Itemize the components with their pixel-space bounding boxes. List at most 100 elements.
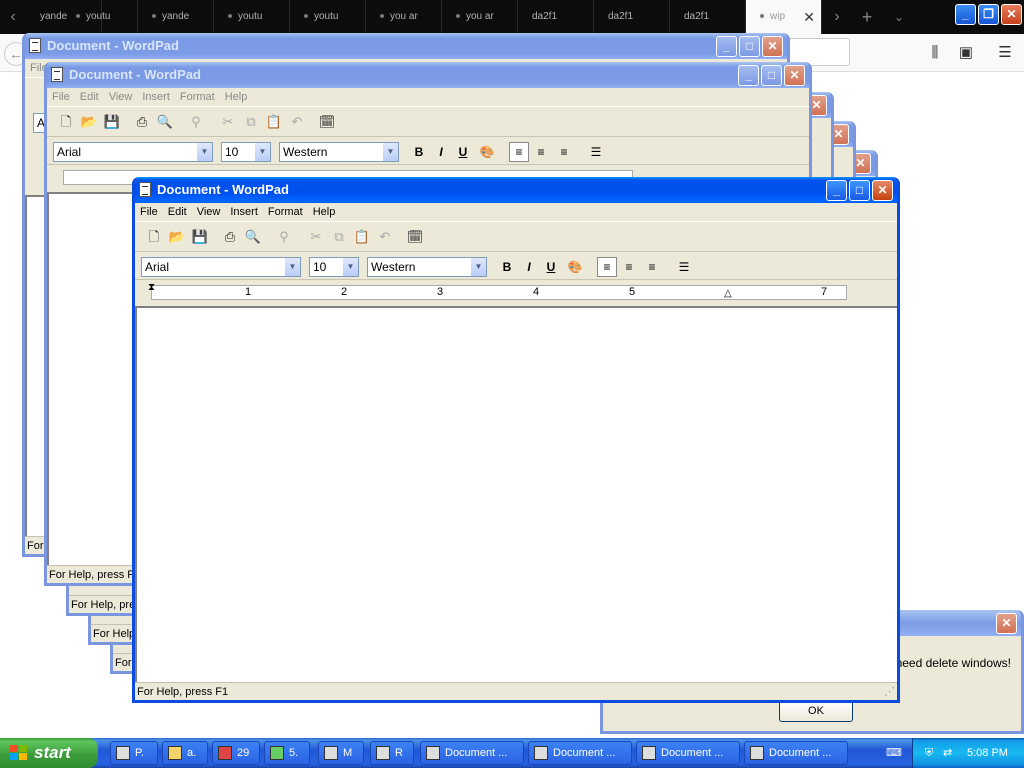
ok-button[interactable]: OK	[779, 700, 853, 722]
menu-help[interactable]: Help	[308, 203, 341, 222]
menu-format[interactable]: Format	[263, 203, 308, 222]
document-area[interactable]	[135, 306, 897, 682]
menu-help[interactable]: Help	[220, 88, 253, 107]
open-folder-icon[interactable]: 📂	[168, 228, 186, 246]
maximize-icon[interactable]: □	[761, 65, 782, 86]
chevron-down-icon[interactable]: ▼	[342, 258, 358, 276]
close-icon[interactable]: ✕	[996, 613, 1017, 634]
size-combo[interactable]: 10 ▼	[309, 257, 359, 277]
maximize-icon[interactable]: □	[849, 180, 870, 201]
minimize-icon[interactable]: _	[955, 4, 976, 25]
copy-icon[interactable]: ⧉	[330, 228, 348, 246]
size-combo[interactable]: 10 ▼	[221, 142, 271, 162]
align-right-icon[interactable]: ≡	[554, 142, 574, 162]
close-icon[interactable]: ✕	[872, 180, 893, 201]
tab-scroll-left-icon[interactable]: ‹	[0, 0, 26, 34]
network-icon[interactable]: ⇄	[943, 738, 952, 768]
copy-icon[interactable]: ⧉	[242, 113, 260, 131]
resize-grip-icon[interactable]: ⋰	[884, 683, 895, 700]
bold-icon[interactable]: B	[409, 142, 429, 162]
insert-datetime-icon[interactable]: 🗓	[318, 113, 336, 131]
align-center-icon[interactable]: ≡	[531, 142, 551, 162]
italic-icon[interactable]: I	[431, 142, 451, 162]
new-document-icon[interactable]: 🗋	[145, 228, 163, 246]
library-icon[interactable]: ⫼	[924, 42, 946, 64]
color-palette-icon[interactable]: 🎨	[565, 257, 585, 277]
browser-tab[interactable]: youtu	[62, 0, 138, 34]
taskbar-button[interactable]: Document ...	[744, 741, 848, 765]
minimize-icon[interactable]: _	[716, 36, 737, 57]
underline-icon[interactable]: U	[541, 257, 561, 277]
menu-edit[interactable]: Edit	[75, 88, 104, 107]
close-icon[interactable]: ✕	[784, 65, 805, 86]
menu-edit[interactable]: Edit	[163, 203, 192, 222]
undo-icon[interactable]: ↶	[288, 113, 306, 131]
font-combo[interactable]: Arial ▼	[53, 142, 213, 162]
menu-insert[interactable]: Insert	[225, 203, 263, 222]
browser-tab[interactable]: you ar	[366, 0, 442, 34]
minimize-icon[interactable]: _	[738, 65, 759, 86]
underline-icon[interactable]: U	[453, 142, 473, 162]
taskbar-button[interactable]: 5.	[264, 741, 310, 765]
print-preview-icon[interactable]: 🔍	[244, 228, 262, 246]
browser-tab[interactable]: you ar	[442, 0, 518, 34]
minimize-icon[interactable]: _	[826, 180, 847, 201]
browser-tab[interactable]: da2f1	[518, 0, 594, 34]
menu-file[interactable]: File	[47, 88, 75, 107]
print-preview-icon[interactable]: 🔍	[156, 113, 174, 131]
left-indent-marker-icon[interactable]: ⧗	[148, 282, 155, 293]
keyboard-icon[interactable]: ⌨	[886, 746, 902, 759]
taskbar-button[interactable]: Document ...	[636, 741, 740, 765]
cut-icon[interactable]: ✂	[307, 228, 325, 246]
taskbar-button[interactable]: M	[318, 741, 364, 765]
new-document-icon[interactable]: 🗋	[57, 113, 75, 131]
taskbar-button[interactable]: P.	[110, 741, 158, 765]
script-combo[interactable]: Western ▼	[279, 142, 399, 162]
new-tab-icon[interactable]: +	[852, 0, 882, 34]
clock[interactable]: 5:08 PM	[967, 738, 1008, 768]
find-icon[interactable]: ⚲	[275, 228, 293, 246]
save-icon[interactable]: 💾	[103, 113, 121, 131]
insert-datetime-icon[interactable]: 🗓	[406, 228, 424, 246]
menu-format[interactable]: Format	[175, 88, 220, 107]
align-left-icon[interactable]: ≡	[597, 257, 617, 277]
print-icon[interactable]: ⎙	[133, 113, 151, 131]
taskbar-button[interactable]: 29	[212, 741, 260, 765]
taskbar-button[interactable]: a.	[162, 741, 208, 765]
tab-list-chevron-icon[interactable]: ⌄	[884, 0, 914, 34]
taskbar-button[interactable]: Document ...	[420, 741, 524, 765]
color-palette-icon[interactable]: 🎨	[477, 142, 497, 162]
bullets-icon[interactable]: ☰	[674, 257, 694, 277]
browser-tab[interactable]: youtu	[290, 0, 366, 34]
paste-icon[interactable]: 📋	[353, 228, 371, 246]
menu-view[interactable]: View	[192, 203, 226, 222]
close-icon[interactable]: ✕	[762, 36, 783, 57]
open-folder-icon[interactable]: 📂	[80, 113, 98, 131]
paste-icon[interactable]: 📋	[265, 113, 283, 131]
save-icon[interactable]: 💾	[191, 228, 209, 246]
align-right-icon[interactable]: ≡	[642, 257, 662, 277]
chevron-down-icon[interactable]: ▼	[284, 258, 300, 276]
script-combo[interactable]: Western ▼	[367, 257, 487, 277]
restore-icon[interactable]: ❐	[978, 4, 999, 25]
chevron-down-icon[interactable]: ▼	[254, 143, 270, 161]
close-tab-icon[interactable]: ✕	[803, 0, 815, 34]
font-combo[interactable]: Arial ▼	[141, 257, 301, 277]
chevron-down-icon[interactable]: ▼	[470, 258, 486, 276]
browser-tab-active[interactable]: wip ✕	[746, 0, 822, 34]
bullets-icon[interactable]: ☰	[586, 142, 606, 162]
start-button[interactable]: start	[0, 738, 98, 768]
print-icon[interactable]: ⎙	[221, 228, 239, 246]
taskbar-button[interactable]: Document ...	[528, 741, 632, 765]
find-icon[interactable]: ⚲	[187, 113, 205, 131]
chevron-down-icon[interactable]: ▼	[196, 143, 212, 161]
browser-tab[interactable]: da2f1	[594, 0, 670, 34]
browser-tab[interactable]: da2f1	[670, 0, 746, 34]
hamburger-menu-icon[interactable]: ☰	[994, 42, 1016, 64]
right-indent-marker-icon[interactable]: △	[724, 288, 732, 299]
close-icon[interactable]: ✕	[1001, 4, 1022, 25]
align-center-icon[interactable]: ≡	[619, 257, 639, 277]
chevron-down-icon[interactable]: ▼	[382, 143, 398, 161]
menu-file[interactable]: File	[135, 203, 163, 222]
tab-scroll-right-icon[interactable]: ›	[824, 0, 850, 34]
